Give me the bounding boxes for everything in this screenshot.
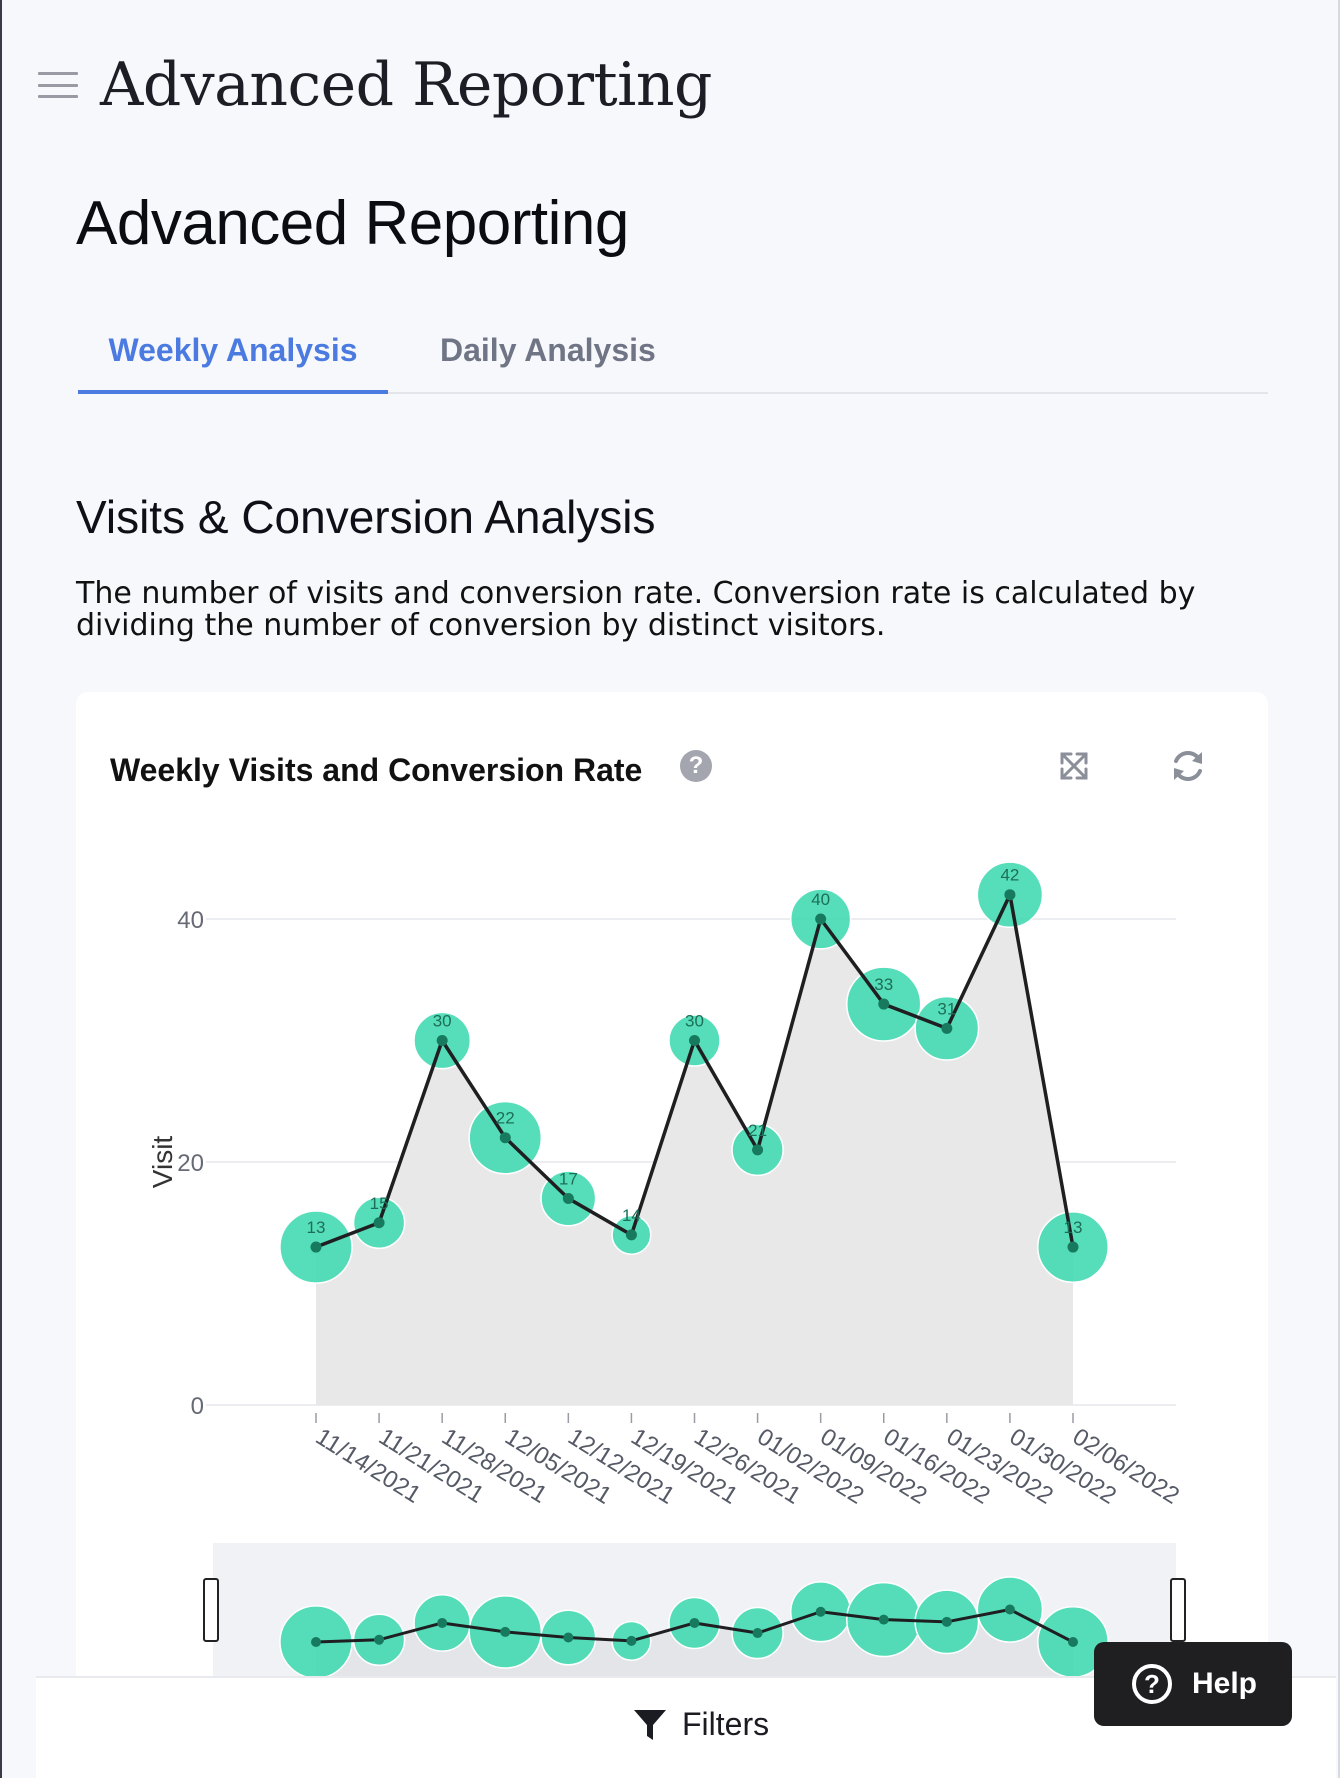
- data-point: [310, 1241, 322, 1253]
- range-slider-handle-left[interactable]: [203, 1578, 219, 1642]
- chart-card: Weekly Visits and Conversion Rate ? 0 20…: [76, 692, 1268, 1692]
- filters-button[interactable]: Filters: [632, 1706, 769, 1743]
- data-point: [562, 1192, 574, 1204]
- data-label: 22: [496, 1109, 515, 1128]
- data-label: 15: [370, 1194, 389, 1213]
- range-slider-point: [563, 1632, 574, 1643]
- section-description: The number of visits and conversion rate…: [76, 576, 1196, 643]
- section-title: Visits & Conversion Analysis: [76, 491, 656, 543]
- funnel-icon: [634, 1709, 666, 1740]
- top-bar: Advanced Reporting: [38, 40, 712, 130]
- data-point: [815, 913, 827, 925]
- weekly-visits-chart: 02040Visit11/14/202111/21/202111/28/2021…: [147, 861, 1186, 1679]
- range-slider-point: [941, 1616, 952, 1627]
- range-slider-point: [1004, 1604, 1015, 1615]
- range-slider-handle-right[interactable]: [1170, 1578, 1186, 1642]
- range-slider-point: [311, 1637, 321, 1647]
- data-point: [752, 1144, 764, 1156]
- range-slider-point: [1068, 1637, 1078, 1647]
- data-label: 31: [937, 999, 956, 1018]
- data-label: 30: [685, 1012, 704, 1031]
- data-point: [941, 1022, 953, 1034]
- tab-bar: Weekly Analysis Daily Analysis: [78, 322, 1268, 394]
- data-point: [373, 1217, 385, 1229]
- data-label: 21: [748, 1121, 767, 1140]
- app-title: Advanced Reporting: [100, 50, 712, 120]
- app-frame: Advanced Reporting Advanced Reporting We…: [0, 0, 1340, 1778]
- page-title: Advanced Reporting: [76, 189, 629, 258]
- range-slider-point: [689, 1617, 700, 1628]
- range-slider-point: [626, 1635, 637, 1646]
- data-point: [689, 1035, 700, 1046]
- range-slider-point: [437, 1617, 448, 1628]
- range-slider-point: [500, 1626, 511, 1637]
- data-label: 14: [622, 1206, 641, 1225]
- y-axis-label: Visit: [147, 1136, 178, 1189]
- range-slider-point: [878, 1614, 889, 1625]
- question-circle-icon: ?: [1132, 1664, 1172, 1704]
- tab-daily-analysis[interactable]: Daily Analysis: [440, 332, 656, 369]
- help-label: Help: [1192, 1667, 1258, 1700]
- data-point: [878, 998, 890, 1010]
- tab-weekly-analysis[interactable]: Weekly Analysis: [78, 332, 388, 394]
- range-slider-point: [374, 1634, 385, 1645]
- area-fill: [316, 894, 1073, 1405]
- data-label: 40: [811, 890, 830, 909]
- data-point: [1004, 889, 1016, 901]
- data-label: 17: [559, 1169, 578, 1188]
- data-point: [625, 1229, 637, 1241]
- filters-label: Filters: [682, 1706, 770, 1742]
- data-label: 33: [874, 975, 893, 994]
- range-slider-point: [752, 1628, 763, 1639]
- menu-icon[interactable]: [38, 72, 78, 98]
- data-point: [499, 1132, 511, 1144]
- range-slider-point: [815, 1606, 826, 1617]
- y-tick-label: 20: [177, 1150, 204, 1177]
- y-tick-label: 0: [191, 1393, 204, 1420]
- data-point: [436, 1035, 448, 1046]
- data-label: 13: [1064, 1218, 1083, 1237]
- data-label: 42: [1000, 866, 1019, 885]
- data-label: 30: [433, 1012, 452, 1031]
- y-tick-label: 40: [177, 907, 204, 934]
- data-point: [1067, 1241, 1079, 1253]
- data-label: 13: [307, 1218, 326, 1237]
- help-button[interactable]: ? Help: [1094, 1642, 1292, 1726]
